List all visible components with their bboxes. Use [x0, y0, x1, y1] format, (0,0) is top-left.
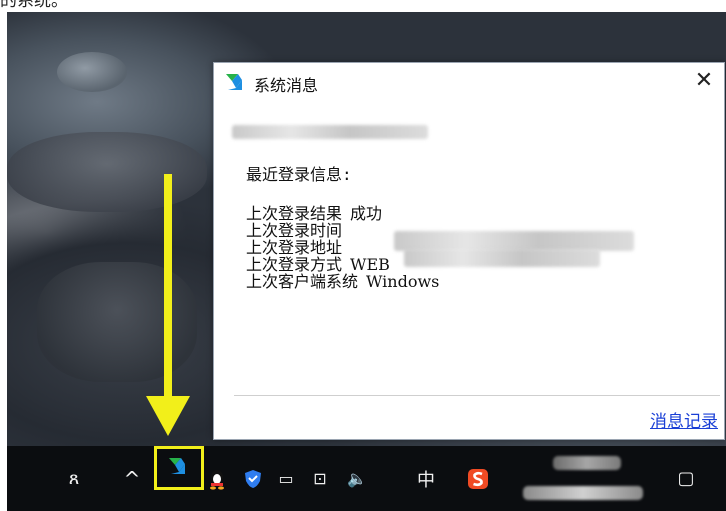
app-tray-icon[interactable]: [155, 446, 199, 511]
volume-icon[interactable]: 🔈: [341, 446, 373, 511]
notification-icon[interactable]: ▢: [669, 446, 703, 511]
login-result-row: 上次登录结果 成功: [246, 205, 439, 222]
people-icon[interactable]: ጸ: [57, 446, 91, 511]
penguin-icon: [210, 469, 224, 490]
popup-divider: [234, 395, 720, 396]
row-label: 上次客户端系统: [246, 272, 359, 291]
popup-title: 系统消息: [254, 76, 319, 95]
close-icon[interactable]: ✕: [690, 67, 718, 95]
page-caption: 的系统。: [0, 0, 68, 11]
sogou-s-icon: [468, 468, 488, 489]
redacted-login-time: [394, 231, 634, 251]
recent-login-heading: 最近登录信息:: [246, 165, 352, 184]
wallpaper-rock: [7, 132, 207, 212]
annotation-arrow-head: [146, 396, 190, 436]
redacted-username: [232, 125, 428, 139]
redacted-clock-date: [523, 486, 643, 500]
wallpaper-rock: [57, 52, 127, 92]
message-history-link[interactable]: 消息记录: [650, 407, 718, 432]
network-icon[interactable]: ⊡: [305, 446, 335, 511]
qq-icon[interactable]: [203, 446, 231, 511]
sogou-icon[interactable]: [463, 446, 493, 511]
shield-icon: [245, 469, 261, 488]
row-value: 成功: [350, 204, 383, 223]
row-value: Windows: [366, 272, 440, 291]
wallpaper-rock: [37, 262, 197, 382]
client-system-row: 上次客户端系统 Windows: [246, 273, 439, 290]
taskbar: ጸ ^ ▭ ⊡ 🔈 中 ▢: [7, 446, 726, 511]
redacted-login-address: [404, 249, 600, 267]
system-message-popup: 系统消息 ✕ 最近登录信息: 上次登录结果 成功 上次登录时间 上次登录地址 上次…: [213, 62, 725, 440]
input-method-icon[interactable]: 中: [411, 446, 441, 511]
app-logo-icon: [226, 74, 242, 90]
annotation-arrow-shaft: [164, 174, 172, 404]
battery-icon[interactable]: ▭: [271, 446, 301, 511]
security-shield-icon[interactable]: [239, 446, 267, 511]
redacted-clock-time: [553, 456, 621, 470]
app-logo-icon: [169, 457, 185, 474]
show-hidden-icons-chevron[interactable]: ^: [117, 446, 147, 511]
taskbar-clock[interactable]: [517, 446, 657, 511]
popup-titlebar: 系统消息 ✕: [214, 63, 724, 103]
